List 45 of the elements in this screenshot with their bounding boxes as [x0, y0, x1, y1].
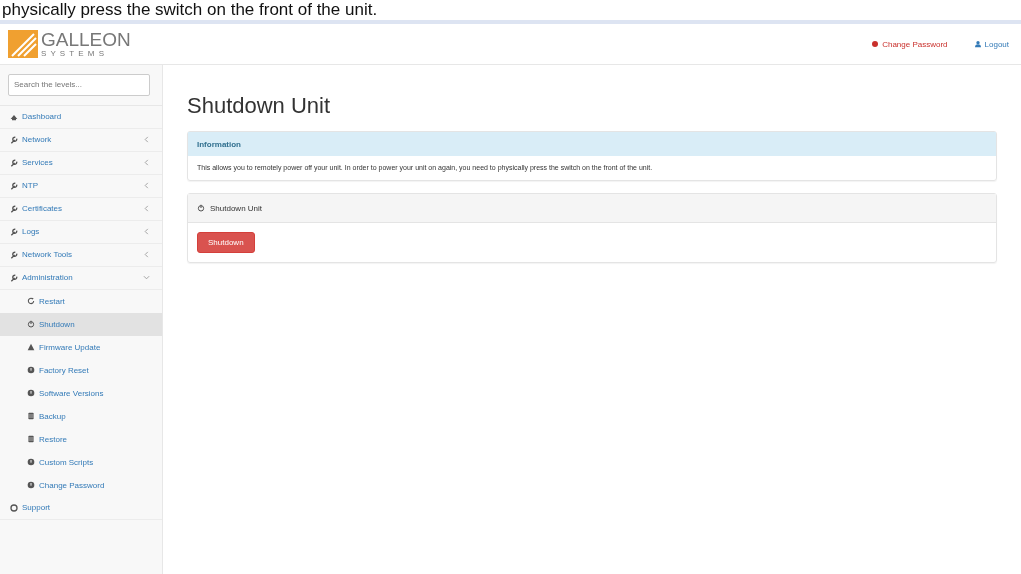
- panel-heading: Information: [188, 132, 996, 156]
- wrench-icon: [10, 250, 18, 259]
- menu-item[interactable]: Services: [0, 151, 162, 175]
- logo-name: GALLEON: [41, 30, 131, 49]
- menu-item[interactable]: Restart: [0, 289, 162, 313]
- menu-item[interactable]: NTP: [0, 174, 162, 198]
- wrench-icon: [10, 135, 18, 144]
- menu-item[interactable]: Network Tools: [0, 243, 162, 267]
- wrench-icon: [10, 158, 18, 167]
- circle-icon: [871, 40, 880, 48]
- support-icon: [10, 503, 18, 512]
- logo-tagline: S Y S T E M S: [41, 49, 106, 58]
- wrench-icon: [10, 204, 18, 213]
- page-title: Shutdown Unit: [187, 93, 332, 119]
- user-icon: [973, 40, 982, 48]
- menu-item[interactable]: Shutdown: [0, 312, 162, 336]
- menu-item[interactable]: Administration: [0, 266, 162, 290]
- logout-link[interactable]: Logout: [973, 39, 1009, 49]
- refresh-icon: [27, 297, 35, 305]
- menu-item[interactable]: Change Password: [0, 473, 162, 497]
- panel-heading-text: Shutdown Unit: [210, 203, 263, 213]
- database-icon: [27, 435, 35, 443]
- menu-item[interactable]: Custom Scripts: [0, 450, 162, 474]
- wrench-icon: [10, 181, 18, 190]
- power-icon: [27, 320, 35, 328]
- search-field[interactable]: Search the levels...: [8, 73, 150, 96]
- menu-item[interactable]: Certificates: [0, 197, 162, 221]
- menu-item[interactable]: Factory Reset: [0, 358, 162, 382]
- menu-item[interactable]: Restore: [0, 427, 162, 451]
- wrench-icon: [10, 227, 18, 236]
- menu-item[interactable]: Backup: [0, 404, 162, 428]
- menu-item[interactable]: Network: [0, 128, 162, 152]
- shutdown-button[interactable]: Shutdown: [197, 232, 255, 253]
- change-password-link[interactable]: Change Password: [871, 39, 948, 49]
- menu-item[interactable]: Support: [0, 496, 162, 520]
- warning-icon: [27, 343, 35, 351]
- menu-item[interactable]: Logs: [0, 220, 162, 244]
- menu-item[interactable]: Software Versions: [0, 381, 162, 405]
- database-icon: [27, 412, 35, 420]
- caption-text: physically press the switch on the front of the unit.: [1, 0, 378, 20]
- power-icon: [197, 204, 205, 212]
- logo-icon: [8, 30, 38, 58]
- menu-item[interactable]: Dashboard: [0, 105, 162, 129]
- menu-item[interactable]: Firmware Update: [0, 335, 162, 359]
- wrench-icon: [10, 273, 18, 282]
